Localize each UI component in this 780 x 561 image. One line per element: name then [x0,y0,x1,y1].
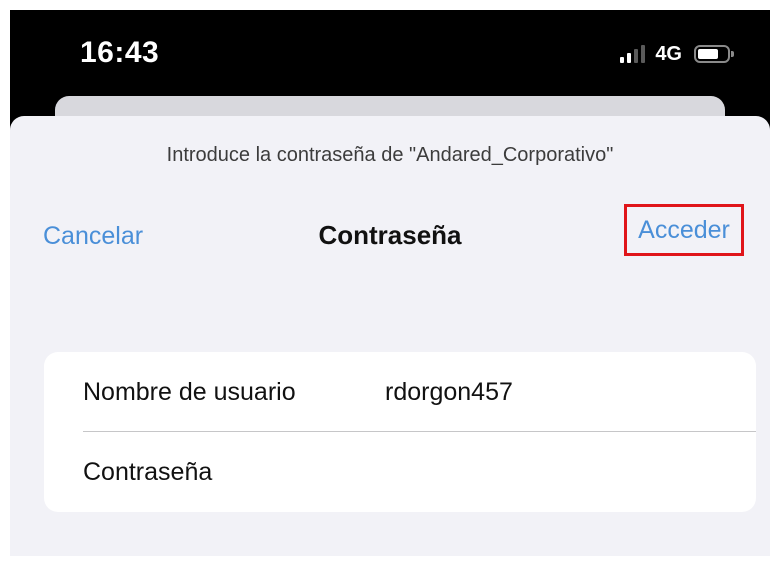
username-label: Nombre de usuario [83,377,296,406]
join-button-highlight: Acceder [624,204,744,256]
join-button[interactable]: Acceder [638,216,730,245]
status-time: 16:43 [80,36,160,69]
password-prompt: Introduce la contraseña de "Andared_Corp… [166,144,614,166]
credentials-form: Nombre de usuario rdorgon457 Contraseña [44,352,756,512]
username-field[interactable]: rdorgon457 [385,378,513,407]
phone-screen: 16:43 4G Introduce la contraseña de "And… [10,10,770,556]
battery-icon [694,45,734,63]
username-row[interactable]: Nombre de usuario rdorgon457 [44,352,756,432]
status-bar: 16:43 4G [10,10,770,95]
password-row[interactable]: Contraseña [44,432,756,512]
cellular-signal-icon [620,45,646,63]
password-sheet: Introduce la contraseña de "Andared_Corp… [10,116,770,556]
password-label: Contraseña [83,457,213,486]
cancel-button[interactable]: Cancelar [43,222,143,251]
network-type: 4G [655,42,682,65]
status-indicators: 4G [620,42,734,66]
